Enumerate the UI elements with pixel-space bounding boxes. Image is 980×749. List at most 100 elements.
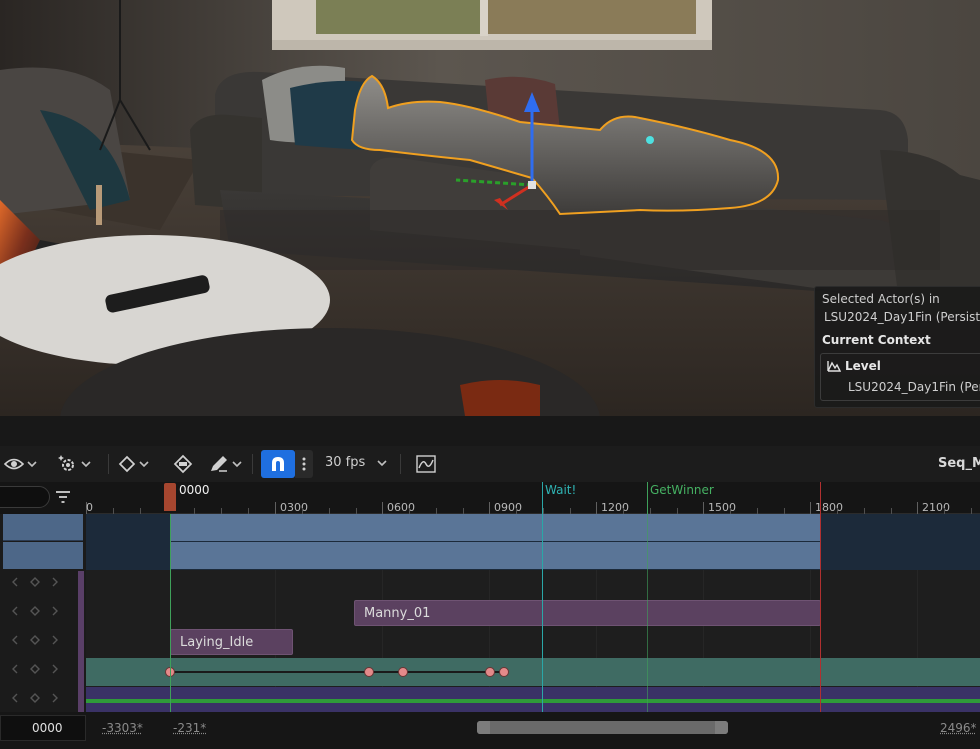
toolbar-separator <box>252 454 253 474</box>
prev-key-icon[interactable] <box>10 635 20 645</box>
sub-track[interactable] <box>86 687 980 699</box>
gear-sparkle-icon <box>58 455 74 471</box>
ruler-major-tick <box>489 502 490 514</box>
prev-key-icon[interactable] <box>10 606 20 616</box>
section-label: Manny_01 <box>364 606 431 621</box>
marker-line <box>542 514 543 712</box>
pencil-icon <box>211 456 227 472</box>
filter-icon[interactable] <box>55 489 71 505</box>
chevron-down-icon <box>27 461 37 468</box>
add-key-icon[interactable] <box>30 664 40 674</box>
level-icon <box>827 361 841 372</box>
current-context-popup: Selected Actor(s) in LSU2024_Day1Fin (Pe… <box>814 286 980 408</box>
sequencer-editor: Selected Actor(s) in LSU2024_Day1Fin (Pe… <box>0 0 980 749</box>
add-key-icon[interactable] <box>30 693 40 703</box>
panel-divider <box>0 416 980 446</box>
next-key-icon[interactable] <box>50 577 60 587</box>
key-interpolation-button[interactable] <box>118 450 149 478</box>
current-frame-field[interactable]: 0000 <box>0 715 86 741</box>
manny-section[interactable]: Manny_01 <box>354 600 821 626</box>
chevron-down-icon <box>81 461 91 468</box>
playhead-time: 0000 <box>179 483 210 497</box>
prev-key-icon[interactable] <box>10 693 20 703</box>
marker-getwinner[interactable]: GetWinner <box>650 483 714 497</box>
key-nav-buttons <box>10 577 60 587</box>
selected-actors-level: LSU2024_Day1Fin (Persiste <box>824 310 980 324</box>
next-key-icon[interactable] <box>50 664 60 674</box>
playback-end-line <box>820 514 821 712</box>
track-outliner <box>0 514 86 712</box>
ruler-major-tick <box>917 502 918 514</box>
toolbar-separator <box>400 454 401 474</box>
view-options-button[interactable] <box>4 450 37 478</box>
key-nav-buttons <box>10 664 60 674</box>
ruler-label: 0900 <box>494 501 522 514</box>
fps-label: 30 fps <box>325 455 366 470</box>
chevron-down-icon <box>377 459 387 466</box>
shot-section[interactable] <box>170 542 821 569</box>
add-key-icon[interactable] <box>30 606 40 616</box>
ruler-major-tick <box>275 502 276 514</box>
time-ruler[interactable]: 0 0300 0600 0900 1200 1500 1800 2100 Wai… <box>86 482 980 514</box>
laying-idle-section[interactable]: Laying_Idle <box>170 629 293 655</box>
chevron-down-icon <box>139 461 149 468</box>
chevron-down-icon <box>232 461 242 468</box>
next-key-icon[interactable] <box>50 606 60 616</box>
key-connection-line <box>170 671 504 673</box>
auto-key-button[interactable] <box>173 450 193 478</box>
key-nav-buttons <box>10 635 60 645</box>
keyframe[interactable] <box>499 667 509 677</box>
marker-line <box>647 482 648 514</box>
frame-rate-dropdown[interactable]: 30 fps <box>325 455 387 470</box>
playback-end-line <box>820 482 821 514</box>
edit-mode-button[interactable] <box>209 450 242 478</box>
magnet-snap-icon <box>272 457 284 471</box>
actor-options-button[interactable] <box>58 450 91 478</box>
next-key-icon[interactable] <box>50 693 60 703</box>
camera-cut-section[interactable] <box>170 514 821 541</box>
camera-cut-row[interactable] <box>3 514 83 541</box>
curve-editor-button[interactable] <box>416 450 436 478</box>
snap-toggle-button[interactable] <box>261 450 295 478</box>
level-name: LSU2024_Day1Fin (Per <box>848 380 980 394</box>
key-nav-buttons <box>10 693 60 703</box>
diamond-key-icon <box>118 455 136 473</box>
prev-key-icon[interactable] <box>10 664 20 674</box>
shot-row[interactable] <box>3 542 83 569</box>
ruler-major-tick <box>596 502 597 514</box>
keyframe[interactable] <box>485 667 495 677</box>
section-label: Laying_Idle <box>180 635 254 650</box>
sub-track[interactable] <box>86 703 980 712</box>
level-viewport[interactable]: Selected Actor(s) in LSU2024_Day1Fin (Pe… <box>0 0 980 416</box>
keyframe[interactable] <box>364 667 374 677</box>
ruler-label: 0300 <box>280 501 308 514</box>
selected-actors-label: Selected Actor(s) in <box>822 292 940 306</box>
add-key-icon[interactable] <box>30 577 40 587</box>
marker-line <box>542 482 543 514</box>
ruler-label: 1200 <box>601 501 629 514</box>
more-vertical-icon <box>302 457 306 471</box>
curve-editor-icon <box>416 455 436 473</box>
add-key-icon[interactable] <box>30 635 40 645</box>
playback-start-field[interactable]: -231* <box>173 721 206 735</box>
next-key-icon[interactable] <box>50 635 60 645</box>
marker-line <box>647 514 648 712</box>
view-end-field[interactable]: 2496* <box>940 721 977 735</box>
eye-icon <box>4 458 24 470</box>
keyframe[interactable] <box>398 667 408 677</box>
view-start-field[interactable]: -3303* <box>102 721 143 735</box>
playhead-handle[interactable] <box>164 483 176 511</box>
level-context-box[interactable]: Level LSU2024_Day1Fin (Per <box>820 353 980 401</box>
track-search-input[interactable] <box>0 486 50 508</box>
ruler-major-tick <box>703 502 704 514</box>
level-label: Level <box>845 359 881 373</box>
snap-options-button[interactable] <box>295 450 313 478</box>
playhead-line <box>170 514 171 712</box>
track-area[interactable]: Manny_01 Laying_Idle <box>86 514 980 712</box>
prev-key-icon[interactable] <box>10 577 20 587</box>
timeline-scrollbar[interactable] <box>477 721 728 734</box>
ruler-label: 1500 <box>708 501 736 514</box>
ruler-label: 2100 <box>922 501 950 514</box>
sequence-name: Seq_Ma <box>938 456 980 471</box>
marker-wait[interactable]: Wait! <box>545 483 576 497</box>
